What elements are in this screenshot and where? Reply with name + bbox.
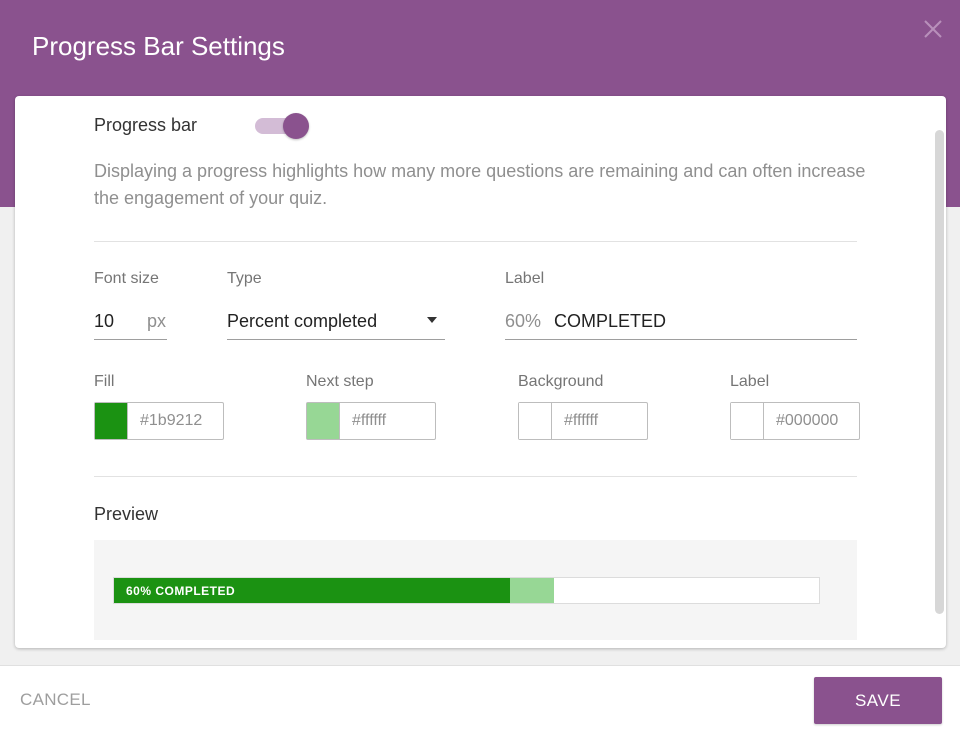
save-button[interactable]: SAVE xyxy=(814,677,942,724)
label-input[interactable]: COMPLETED xyxy=(554,310,666,332)
font-size-underline xyxy=(94,339,167,340)
dialog-footer: CANCEL SAVE xyxy=(0,665,960,734)
label-color-label: Label xyxy=(730,373,770,390)
settings-card: Progress bar Displaying a progress highl… xyxy=(15,96,946,648)
fill-color-swatch[interactable] xyxy=(95,403,128,439)
divider xyxy=(94,241,857,242)
font-size-unit: px xyxy=(147,311,167,331)
progress-bar-toggle[interactable] xyxy=(255,113,311,139)
label-prefix: 60% xyxy=(505,311,542,331)
preview-label: Preview xyxy=(94,504,159,524)
toggle-knob xyxy=(283,113,309,139)
label-field-label: Label xyxy=(505,270,545,287)
progress-bar-preview: 60% COMPLETED xyxy=(113,577,820,604)
label-color-swatch[interactable] xyxy=(731,403,764,439)
label-color-value[interactable]: #000000 xyxy=(776,411,838,431)
background-color-label: Background xyxy=(518,373,604,390)
divider xyxy=(94,476,857,477)
progress-bar-toggle-label: Progress bar xyxy=(94,115,198,135)
type-label: Type xyxy=(227,270,262,287)
next-step-color-input[interactable]: #ffffff xyxy=(306,402,436,440)
next-step-color-swatch[interactable] xyxy=(307,403,340,439)
progress-bar-description: Displaying a progress highlights how man… xyxy=(94,161,866,208)
progress-bar-label: 60% COMPLETED xyxy=(126,584,236,598)
close-button[interactable] xyxy=(920,16,946,42)
font-size-input[interactable]: 10 xyxy=(94,310,114,332)
next-step-color-label: Next step xyxy=(306,373,374,390)
dropdown-arrow-icon[interactable] xyxy=(427,317,437,323)
preview-box: 60% COMPLETED xyxy=(94,540,857,640)
label-color-input[interactable]: #000000 xyxy=(730,402,860,440)
fill-color-value[interactable]: #1b9212 xyxy=(140,411,202,431)
dialog-title: Progress Bar Settings xyxy=(32,31,285,61)
scrollbar[interactable] xyxy=(935,130,944,614)
fill-color-label: Fill xyxy=(94,373,115,390)
background-color-value[interactable]: #ffffff xyxy=(564,411,598,431)
background-color-swatch[interactable] xyxy=(519,403,552,439)
fill-color-input[interactable]: #1b9212 xyxy=(94,402,224,440)
type-underline xyxy=(227,339,445,340)
cancel-button[interactable]: CANCEL xyxy=(20,690,91,710)
type-select[interactable]: Percent completed xyxy=(227,310,377,332)
label-underline xyxy=(505,339,857,340)
background-color-input[interactable]: #ffffff xyxy=(518,402,648,440)
close-icon xyxy=(924,20,942,38)
next-step-color-value[interactable]: #ffffff xyxy=(352,411,386,431)
font-size-label: Font size xyxy=(94,270,159,287)
